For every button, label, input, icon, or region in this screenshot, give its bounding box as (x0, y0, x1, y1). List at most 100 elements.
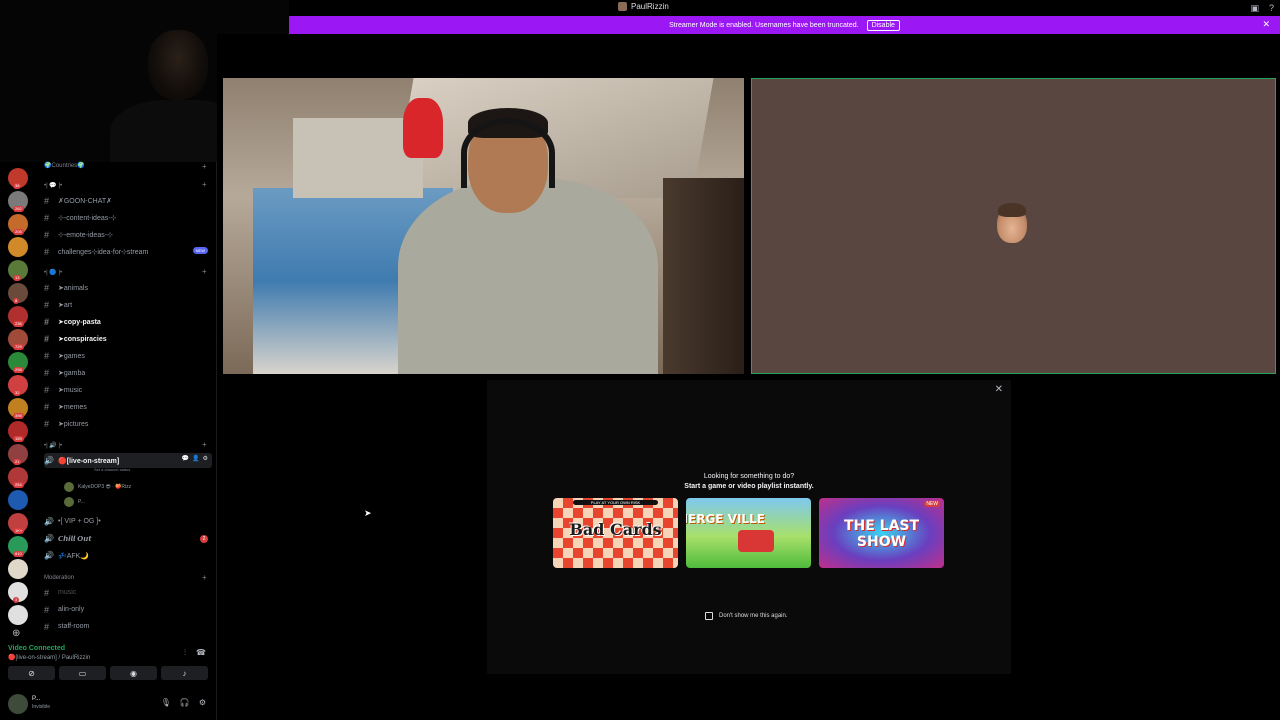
channel-label: 💤AFK🌙 (58, 552, 90, 560)
mouse-cursor-icon: ➤ (364, 508, 372, 518)
activity-card-bad-cards[interactable]: PLAY AT YOUR OWN RISK Bad Cards (553, 498, 678, 568)
channel-item[interactable]: # ➤music (44, 382, 212, 397)
video-tile-camera[interactable] (223, 78, 744, 374)
gamepad-icon: ◉ (130, 668, 137, 678)
activity-shelf-title: Looking for something to do? (703, 473, 795, 480)
channel-challenges[interactable]: # challenges⊹idea-for⊹stream NEW (44, 244, 212, 259)
server-icon[interactable] (8, 605, 28, 625)
gear-icon[interactable]: ⚙ (203, 455, 208, 462)
channel-item[interactable]: # ➤copy-pasta (44, 314, 212, 329)
video-shadow (663, 178, 744, 374)
chat-icon[interactable]: 💬 (182, 455, 189, 462)
gear-icon[interactable]: ⚙ (199, 698, 206, 707)
activity-card-title: MERGE VILLE (686, 512, 765, 526)
activity-button[interactable]: ◉ (110, 666, 157, 680)
voice-channel-vip[interactable]: 🔊 •[ VIP + OG ]• (44, 514, 212, 529)
add-channel-icon[interactable]: + (202, 267, 207, 276)
truck-icon (738, 530, 774, 552)
voice-status[interactable]: Video Connected (8, 645, 65, 652)
streamer-mode-banner: Streamer Mode is enabled. Usernames have… (289, 16, 1280, 34)
server-badge: 262 (13, 206, 24, 212)
activity-card-title: Bad Cards (569, 520, 662, 539)
screen-share-button[interactable]: ▭ (59, 666, 106, 680)
dont-show-again-checkbox[interactable]: Don't show me this again. (705, 612, 788, 620)
disable-streamer-mode-button[interactable]: Disable (866, 19, 900, 31)
activity-card-last-show[interactable]: NEW THE LAST SHOW (819, 498, 944, 568)
channel-label: ➤games (58, 352, 85, 360)
channel-status-hint[interactable]: Set a channel status (94, 467, 130, 472)
server-badge: 1K+ (13, 528, 25, 534)
server-badge: 810 (13, 551, 24, 557)
microphone-icon[interactable]: 🎙 (161, 698, 171, 707)
channel-music-mod[interactable]: # music (44, 585, 212, 600)
camera-off-button[interactable]: ⊘ (8, 666, 55, 680)
category-label: •| 🔊 |• (44, 443, 63, 449)
channel-emote-ideas[interactable]: # ⊹-emote-ideas-⊹ (44, 227, 212, 242)
signal-icon[interactable]: ⫶ (184, 648, 186, 658)
category-general[interactable]: •| 🔵 |• (44, 269, 62, 276)
server-icon[interactable] (8, 490, 28, 510)
hash-icon: # (44, 384, 50, 395)
hash-icon: # (44, 333, 50, 344)
channel-item[interactable]: # ➤art (44, 297, 212, 312)
voice-user[interactable]: KalyeDOP3 😎 · 🍑Rizz (64, 482, 131, 492)
category-chat[interactable]: •| 💬 |• (44, 182, 62, 189)
hash-icon: # (44, 229, 50, 240)
category-countries[interactable]: 🌍Countries🌍 (44, 162, 85, 169)
voice-user-name: P... (78, 499, 85, 505)
channel-content-ideas[interactable]: # ⊹-content-ideas-⊹ (44, 210, 212, 225)
server-icon[interactable] (8, 559, 28, 579)
mention-count-badge: 2 (200, 535, 208, 543)
category-voice[interactable]: •| 🔊 |• (44, 442, 62, 449)
help-icon[interactable]: ? (1269, 3, 1274, 14)
new-badge: NEW (192, 247, 208, 254)
add-channel-icon[interactable]: + (202, 180, 207, 189)
video-tile-avatar[interactable] (751, 78, 1276, 374)
activity-card-merge-ville[interactable]: MERGE VILLE (686, 498, 811, 568)
channel-label: staff-room (58, 623, 90, 630)
channel-alin-only[interactable]: # alin-only (44, 602, 212, 617)
channel-item[interactable]: # ➤games (44, 348, 212, 363)
close-icon[interactable]: ✕ (995, 384, 1003, 395)
category-moderation[interactable]: Moderation (44, 575, 74, 581)
voice-channel-path[interactable]: 🔴[live-on-stream] / PaulRizzin (8, 654, 90, 661)
channel-item[interactable]: # ➤pictures (44, 416, 212, 431)
voice-channel-chill[interactable]: 🔊 𝘾𝙝𝙞𝙡𝙡 𝙊𝙪𝙩 (44, 531, 212, 546)
camera-off-icon: ⊘ (28, 668, 35, 678)
screen-share-icon: ▭ (78, 668, 87, 678)
close-icon[interactable]: ✕ (1262, 19, 1270, 30)
add-server-icon[interactable]: ⊕ (12, 628, 20, 639)
add-channel-icon[interactable]: + (202, 440, 207, 449)
server-icon[interactable] (8, 237, 28, 257)
headphones-icon[interactable]: 🎧 (180, 698, 190, 707)
channel-staff-room[interactable]: # staff-room (44, 619, 212, 634)
webcam-person-head (148, 30, 208, 100)
server-badge: 21 (13, 459, 22, 465)
channel-label: •[ VIP + OG ]• (58, 518, 101, 525)
invite-icon[interactable]: 👤 (192, 455, 199, 462)
voice-user[interactable]: P... (64, 497, 85, 507)
titlebar-icons: ▣ ? (1250, 3, 1274, 14)
server-badge: 13 (13, 275, 22, 281)
avatar[interactable] (8, 694, 28, 714)
add-channel-icon[interactable]: + (202, 573, 207, 582)
channel-goon-chat[interactable]: # ✗GOON-CHAT✗ (44, 193, 212, 208)
channel-item[interactable]: # ➤conspiracies (44, 331, 212, 346)
channel-sidebar: 🌍Countries🌍 + •| 💬 |• + # ✗GOON-CHAT✗ # ⊹-… (36, 162, 216, 642)
category-label: 🌍Countries🌍 (44, 163, 85, 169)
hash-icon: # (44, 316, 50, 327)
add-channel-icon[interactable]: + (202, 162, 207, 171)
voice-channel-afk[interactable]: 🔊 💤AFK🌙 (44, 548, 212, 563)
inbox-icon[interactable]: ▣ (1250, 3, 1259, 14)
disconnect-icon[interactable]: ☎ (196, 648, 206, 658)
channel-label: ⊹-content-ideas-⊹ (58, 214, 117, 222)
channel-label: ➤memes (58, 403, 87, 411)
voice-channel-live-on-stream[interactable]: 🔊 🔴[live-on-stream] 💬 👤 ⚙ (44, 453, 212, 468)
channel-item[interactable]: # ➤memes (44, 399, 212, 414)
user-panel-actions: 🎙 🎧 ⚙ (161, 698, 206, 707)
soundboard-button[interactable]: ♪ (161, 666, 208, 680)
channel-item[interactable]: # ➤animals (44, 280, 212, 295)
checkbox-box[interactable] (705, 612, 713, 620)
server-badge: 205 (13, 229, 24, 235)
channel-item[interactable]: # ➤gamba (44, 365, 212, 380)
